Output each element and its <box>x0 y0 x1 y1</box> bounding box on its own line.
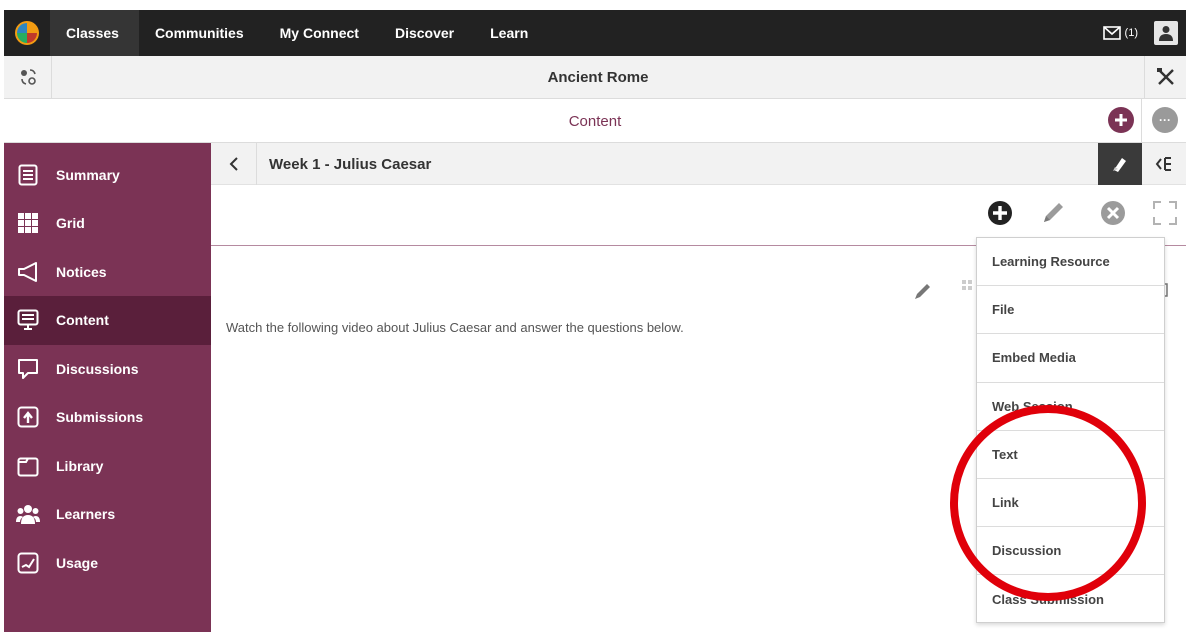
summary-icon <box>16 163 40 187</box>
class-title-bar: Ancient Rome <box>4 56 1186 99</box>
sidebar-item-learners[interactable]: Learners <box>4 490 211 539</box>
menu-item-class-submission[interactable]: Class Submission <box>977 575 1164 623</box>
nav-classes[interactable]: Classes <box>50 10 139 56</box>
edit-mode-button[interactable] <box>1098 143 1142 185</box>
sidebar-item-content[interactable]: Content <box>4 296 211 345</box>
mail-count: (1) <box>1124 27 1138 39</box>
folder-icon <box>16 454 40 478</box>
sidebar-item-notices[interactable]: Notices <box>4 248 211 297</box>
sidebar-item-label: Library <box>56 457 104 474</box>
drag-handle[interactable] <box>962 280 976 303</box>
sidebar-item-summary[interactable]: Summary <box>4 143 211 199</box>
expand-icon <box>1153 201 1177 225</box>
class-switch-icon <box>20 69 36 85</box>
menu-item-web-session[interactable]: Web Session <box>977 383 1164 431</box>
user-icon <box>1159 26 1173 41</box>
menu-item-file[interactable]: File <box>977 286 1164 335</box>
plus-icon <box>1115 114 1127 126</box>
tools-icon <box>1156 68 1174 85</box>
sidebar-item-label: Discussions <box>56 360 139 377</box>
class-tools-button[interactable] <box>1144 56 1186 98</box>
class-title: Ancient Rome <box>547 68 649 86</box>
outline-icon <box>1155 157 1171 171</box>
eraser-pencil-icon <box>1113 158 1126 172</box>
nav-learn[interactable]: Learn <box>474 10 548 56</box>
class-switch-button[interactable] <box>4 56 52 98</box>
grid-icon <box>16 211 40 235</box>
nav-communities[interactable]: Communities <box>139 10 264 56</box>
mail-button[interactable]: (1) <box>1093 10 1148 56</box>
pencil-icon <box>1044 203 1063 222</box>
logo-icon <box>15 21 39 45</box>
sidebar-item-label: Content <box>56 312 109 329</box>
sidebar-item-discussions[interactable]: Discussions <box>4 345 211 394</box>
grip-icon <box>962 280 972 290</box>
sidebar-item-label: Summary <box>56 167 120 183</box>
upload-icon <box>16 405 40 429</box>
sidebar-item-label: Learners <box>56 506 116 523</box>
add-item-button[interactable] <box>984 197 1016 229</box>
people-icon <box>16 502 40 526</box>
sidebar-item-label: Grid <box>56 215 85 232</box>
menu-item-embed-media[interactable]: Embed Media <box>977 334 1164 383</box>
content-text: Watch the following video about Julius C… <box>226 320 684 335</box>
more-options-button[interactable]: ··· <box>1152 107 1178 133</box>
folder-title: Week 1 - Julius Caesar <box>269 155 432 173</box>
add-item-dropdown: Learning Resource File Embed Media Web S… <box>976 237 1165 623</box>
plus-circle-icon <box>988 201 1012 225</box>
monitor-icon <box>16 308 40 332</box>
section-title: Content <box>568 112 622 130</box>
menu-item-discussion[interactable]: Discussion <box>977 527 1164 576</box>
chat-icon <box>16 357 40 381</box>
section-divider <box>1141 99 1142 143</box>
menu-item-link[interactable]: Link <box>977 479 1164 528</box>
edit-item-button[interactable] <box>912 280 934 307</box>
menu-item-learning-resource[interactable]: Learning Resource <box>977 238 1164 287</box>
chevron-left-icon <box>229 157 238 171</box>
section-bar: Content ··· <box>4 99 1186 143</box>
menu-item-text[interactable]: Text <box>977 431 1164 479</box>
app-logo[interactable] <box>4 10 50 56</box>
top-navigation: Classes Communities My Connect Discover … <box>4 10 1186 56</box>
add-content-button[interactable] <box>1108 107 1134 133</box>
sidebar-item-label: Submissions <box>56 409 144 426</box>
nav-my-connect[interactable]: My Connect <box>264 10 379 56</box>
user-menu-button[interactable] <box>1154 21 1178 45</box>
pencil-icon <box>915 284 930 299</box>
fullscreen-button[interactable] <box>1149 197 1181 229</box>
folder-header: Week 1 - Julius Caesar <box>211 143 1186 185</box>
back-button[interactable] <box>211 143 257 185</box>
delete-folder-button[interactable] <box>1097 197 1129 229</box>
sidebar-item-label: Notices <box>56 263 107 280</box>
edit-folder-button[interactable] <box>1037 197 1069 229</box>
sidebar-item-submissions[interactable]: Submissions <box>4 393 211 442</box>
outline-toggle-button[interactable] <box>1142 143 1186 185</box>
sidebar: Summary Grid Notices Content Discussions… <box>4 143 211 632</box>
mail-icon <box>1102 26 1121 40</box>
chart-icon <box>16 551 40 575</box>
megaphone-icon <box>16 260 40 284</box>
close-circle-icon <box>1101 201 1125 225</box>
sidebar-item-usage[interactable]: Usage <box>4 539 211 588</box>
nav-discover[interactable]: Discover <box>379 10 474 56</box>
sidebar-item-library[interactable]: Library <box>4 442 211 491</box>
ellipsis-icon: ··· <box>1159 113 1171 127</box>
sidebar-item-label: Usage <box>56 554 99 571</box>
sidebar-item-grid[interactable]: Grid <box>4 199 211 248</box>
